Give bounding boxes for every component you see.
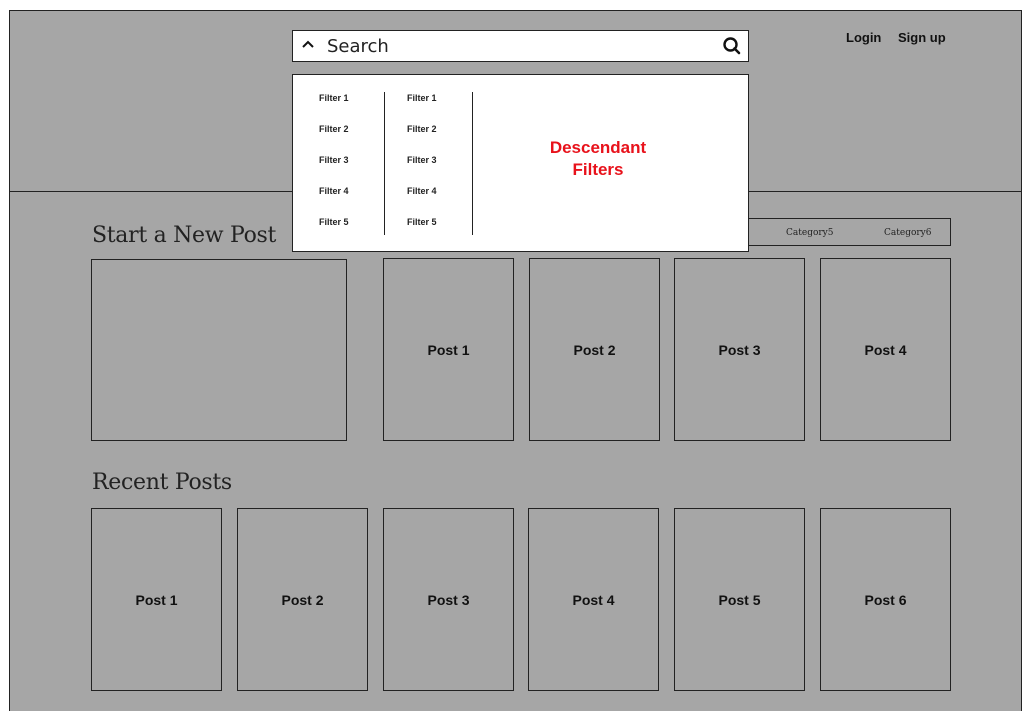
search-input[interactable]: Search: [327, 36, 389, 58]
post-card-label: Post 3: [718, 341, 761, 358]
post-card-label: Post 6: [864, 591, 907, 608]
filter-item[interactable]: Filter 5: [407, 215, 437, 246]
recent-post-card[interactable]: Post 3: [383, 508, 514, 691]
filter-item[interactable]: Filter 2: [319, 122, 349, 153]
post-card-label: Post 5: [718, 591, 761, 608]
filter-item[interactable]: Filter 5: [319, 215, 349, 246]
filter-dropdown: Filter 1 Filter 2 Filter 3 Filter 4 Filt…: [292, 74, 749, 252]
post-card-label: Post 4: [864, 341, 907, 358]
post-card-label: Post 3: [427, 591, 470, 608]
descendant-label-line: Descendant: [549, 138, 647, 157]
column-divider: [472, 92, 473, 235]
filter-item[interactable]: Filter 3: [319, 153, 349, 184]
filter-item[interactable]: Filter 2: [407, 122, 437, 153]
recent-post-card[interactable]: Post 2: [237, 508, 368, 691]
new-post-composer[interactable]: [91, 259, 347, 441]
post-card-label: Post 2: [281, 591, 324, 608]
post-card-label: Post 1: [135, 591, 178, 608]
recent-post-card[interactable]: Post 6: [820, 508, 951, 691]
descendant-filters-label: Descendant Filters: [523, 137, 673, 181]
section-title-recent-posts: Recent Posts: [92, 470, 232, 495]
chevron-up-icon[interactable]: [301, 35, 315, 49]
section-title-new-post: Start a New Post: [92, 223, 277, 248]
recent-post-card[interactable]: Post 5: [674, 508, 805, 691]
filter-column-primary: Filter 1 Filter 2 Filter 3 Filter 4 Filt…: [319, 91, 349, 246]
signup-link[interactable]: Sign up: [898, 30, 946, 45]
category-item[interactable]: Category5: [786, 228, 834, 238]
login-link[interactable]: Login: [846, 30, 881, 45]
post-card-label: Post 2: [573, 341, 616, 358]
filter-item[interactable]: Filter 3: [407, 153, 437, 184]
descendant-label-line: Filters: [572, 160, 624, 179]
post-card-label: Post 4: [572, 591, 615, 608]
category-item[interactable]: Category6: [884, 228, 932, 238]
search-bar[interactable]: Search: [292, 30, 749, 62]
filter-column-secondary: Filter 1 Filter 2 Filter 3 Filter 4 Filt…: [407, 91, 437, 246]
filter-item[interactable]: Filter 4: [407, 184, 437, 215]
filter-item[interactable]: Filter 4: [319, 184, 349, 215]
search-icon[interactable]: [722, 36, 742, 61]
post-card[interactable]: Post 4: [820, 258, 951, 441]
filter-item[interactable]: Filter 1: [319, 91, 349, 122]
post-card[interactable]: Post 3: [674, 258, 805, 441]
recent-post-card[interactable]: Post 1: [91, 508, 222, 691]
post-card[interactable]: Post 1: [383, 258, 514, 441]
filter-item[interactable]: Filter 1: [407, 91, 437, 122]
post-card-label: Post 1: [427, 341, 470, 358]
post-card[interactable]: Post 2: [529, 258, 660, 441]
recent-post-card[interactable]: Post 4: [528, 508, 659, 691]
column-divider: [384, 92, 385, 235]
category-bar: Category5 Category6: [749, 218, 951, 246]
